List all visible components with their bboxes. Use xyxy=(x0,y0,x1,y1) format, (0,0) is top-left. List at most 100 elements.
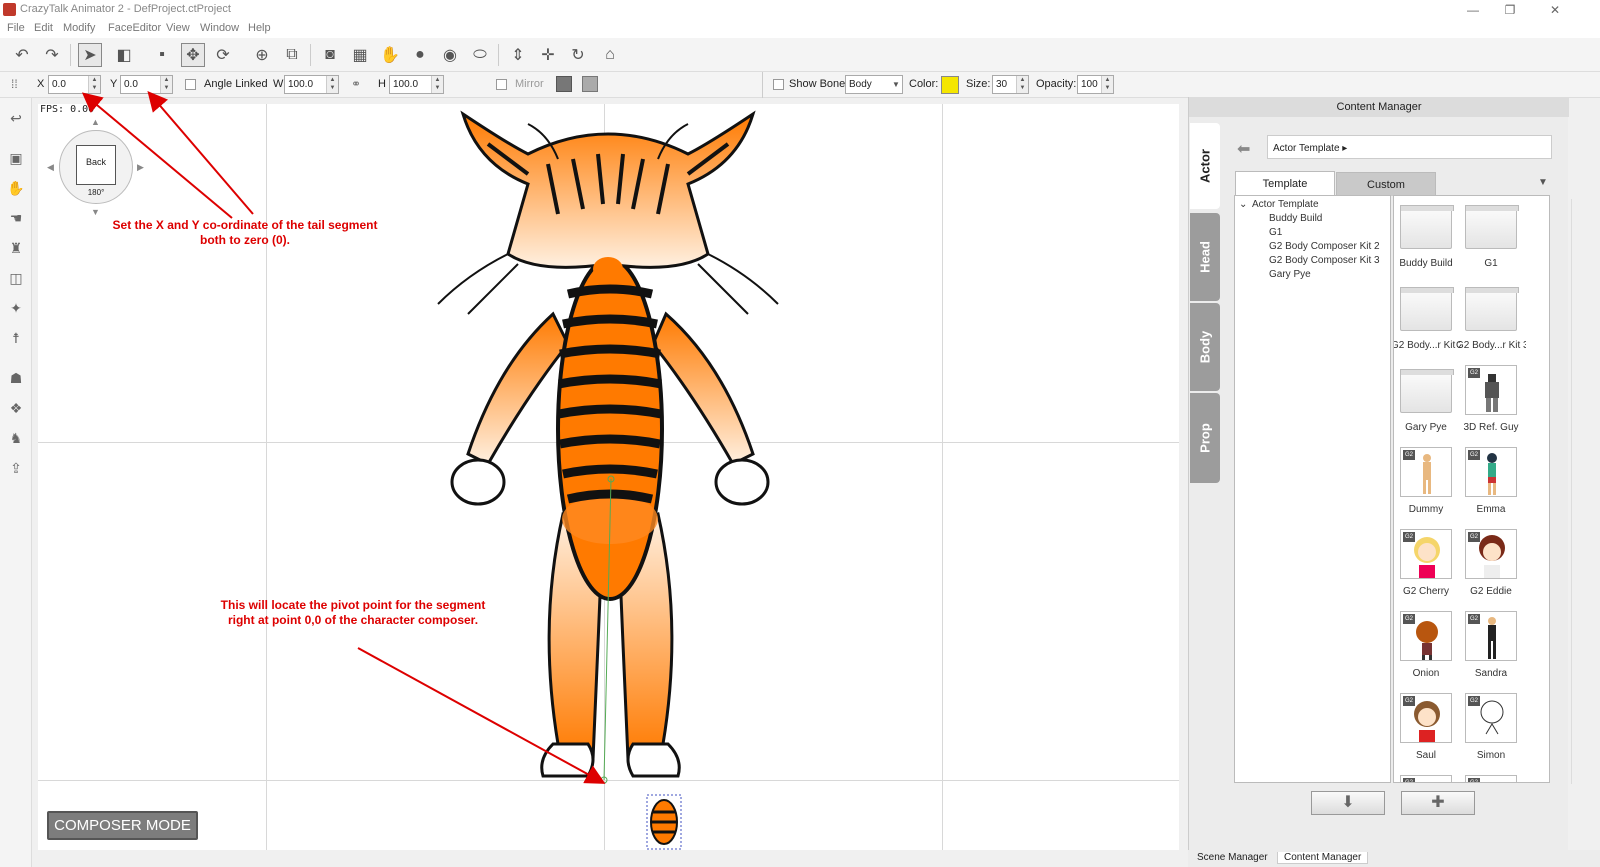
close-button[interactable]: ✕ xyxy=(1540,2,1570,18)
props-icon[interactable]: ❖ xyxy=(6,398,26,418)
reset-icon[interactable]: ↩ xyxy=(6,108,26,128)
spin-arrows-icon[interactable]: ▲ ▼ xyxy=(1016,76,1028,93)
tree-item[interactable]: G2 Body Composer Kit 3 xyxy=(1269,255,1380,266)
mirror-checkbox[interactable] xyxy=(496,79,507,90)
move-icon[interactable]: ✛ xyxy=(536,43,560,67)
minimize-button[interactable]: — xyxy=(1458,2,1488,18)
color-swatch[interactable] xyxy=(941,76,959,94)
head-tool-icon[interactable]: ☗ xyxy=(6,368,26,388)
dropdown-arrow-icon[interactable]: ▼ xyxy=(1538,177,1548,188)
thumb-sandra[interactable]: G2 xyxy=(1465,611,1517,661)
undo-icon[interactable]: ↶ xyxy=(10,43,34,67)
rotate-pivot-icon[interactable]: ⟳ xyxy=(211,43,235,67)
face-icon[interactable]: ◙ xyxy=(318,43,342,67)
folder-icon[interactable] xyxy=(1400,287,1454,331)
menu-modify[interactable]: Modify xyxy=(63,22,95,34)
thumb-onion[interactable]: G2 xyxy=(1400,611,1452,661)
angle-linked-checkbox[interactable] xyxy=(185,79,196,90)
menu-file[interactable]: File xyxy=(7,22,25,34)
tail-segment[interactable] xyxy=(646,794,682,850)
spin-arrows-icon[interactable]: ▲ ▼ xyxy=(160,76,172,93)
tree-item[interactable]: G1 xyxy=(1269,227,1282,238)
w-input[interactable]: 100.0 ▲ ▼ xyxy=(284,75,339,94)
move-vertical-icon[interactable]: ⇕ xyxy=(506,43,530,67)
view-dial-face[interactable]: Back xyxy=(76,145,116,185)
tree-item[interactable]: G2 Body Composer Kit 2 xyxy=(1269,241,1380,252)
arrow-right-icon[interactable]: ▶ xyxy=(137,162,144,173)
sprite-icon[interactable]: ▣ xyxy=(6,148,26,168)
tiger-character[interactable] xyxy=(408,104,808,850)
x-input[interactable]: 0.0 ▲ ▼ xyxy=(48,75,101,94)
menu-view[interactable]: View xyxy=(166,22,190,34)
h-input[interactable]: 100.0 ▲ ▼ xyxy=(389,75,444,94)
flip-icon[interactable]: ◧ xyxy=(112,43,136,67)
link-icon[interactable]: ⚭ xyxy=(351,77,361,91)
folder-icon[interactable] xyxy=(1465,205,1519,249)
apply-down-button[interactable]: ⬇ xyxy=(1311,791,1385,815)
export-icon[interactable]: ⇪ xyxy=(6,458,26,478)
thumb-partial[interactable]: G2 xyxy=(1400,775,1452,782)
add-button[interactable]: ✚ xyxy=(1401,791,1475,815)
skeleton-icon[interactable]: ☨ xyxy=(6,328,26,348)
thumb-emma[interactable]: G2 xyxy=(1465,447,1517,497)
layout-icon[interactable]: ◫ xyxy=(6,268,26,288)
puzzle-icon[interactable]: ✦ xyxy=(6,298,26,318)
thumb-dummy[interactable]: G2 xyxy=(1400,447,1452,497)
tab-custom[interactable]: Custom xyxy=(1336,172,1436,196)
tab-scene-manager[interactable]: Scene Manager xyxy=(1197,852,1268,863)
duplicate-icon[interactable]: ⧉ xyxy=(280,43,304,67)
add-item-icon[interactable]: ⊕ xyxy=(250,43,274,67)
head-icon[interactable]: ● xyxy=(408,43,432,67)
rotate-icon[interactable]: ↻ xyxy=(566,43,590,67)
folder-icon[interactable] xyxy=(1400,369,1454,413)
folder-icon[interactable] xyxy=(1465,287,1519,331)
bone-edit-icon[interactable]: ✋ xyxy=(6,178,26,198)
restore-button[interactable]: ❐ xyxy=(1495,2,1525,18)
spin-arrows-icon[interactable]: ▲ ▼ xyxy=(1101,76,1113,93)
tab-body[interactable]: Body xyxy=(1190,303,1220,391)
mouth-icon[interactable]: ⬭ xyxy=(468,43,492,67)
send-back-icon[interactable] xyxy=(582,76,598,92)
home-icon[interactable]: ⌂ xyxy=(598,43,622,67)
menu-edit[interactable]: Edit xyxy=(34,22,53,34)
tree-root[interactable]: Actor Template xyxy=(1252,199,1319,210)
composer-canvas[interactable]: FPS: 0.00 Back 180° ▲ ▼ ◀ ▶ COMPOSER MOD… xyxy=(38,104,1179,850)
arrow-up-icon[interactable]: ▲ xyxy=(91,117,100,127)
arrow-down-icon[interactable]: ▼ xyxy=(91,207,100,217)
spin-arrows-icon[interactable]: ▲ ▼ xyxy=(431,76,443,93)
g2-hand-icon[interactable]: ☚ xyxy=(6,208,26,228)
menu-help[interactable]: Help xyxy=(248,22,271,34)
tab-template[interactable]: Template xyxy=(1235,171,1335,195)
spin-arrows-icon[interactable]: ▲ ▼ xyxy=(88,76,100,93)
layer-order-icon[interactable]: ▪ xyxy=(150,43,174,67)
back-arrow-icon[interactable]: ⬅ xyxy=(1237,139,1250,159)
tab-actor[interactable]: Actor xyxy=(1190,123,1220,209)
thumb-g2-cherry[interactable]: G2 xyxy=(1400,529,1452,579)
select-arrow-icon[interactable]: ➤ xyxy=(78,43,102,67)
redo-icon[interactable]: ↷ xyxy=(40,43,64,67)
thumb-partial[interactable]: G2 xyxy=(1465,775,1517,782)
y-input[interactable]: 0.0 ▲ ▼ xyxy=(120,75,173,94)
folder-icon[interactable] xyxy=(1400,205,1454,249)
tree-expand-icon[interactable]: ⌄ xyxy=(1239,199,1247,210)
grid-scrollbar[interactable] xyxy=(1571,199,1580,784)
spin-arrows-icon[interactable]: ▲ ▼ xyxy=(326,76,338,93)
breadcrumb[interactable]: Actor Template ▸ xyxy=(1267,135,1552,159)
composer-mode-button[interactable]: COMPOSER MODE xyxy=(47,811,198,840)
thumb-saul[interactable]: G2 xyxy=(1400,693,1452,743)
tab-content-manager[interactable]: Content Manager xyxy=(1277,852,1369,864)
bone-mode-select[interactable]: Body ▼ xyxy=(845,75,903,94)
menu-window[interactable]: Window xyxy=(200,22,239,34)
character-icon[interactable]: ♞ xyxy=(6,428,26,448)
eye-icon[interactable]: ◉ xyxy=(438,43,462,67)
transform-icon[interactable]: ✥ xyxy=(181,43,205,67)
arrow-left-icon[interactable]: ◀ xyxy=(47,162,54,173)
tab-prop[interactable]: Prop xyxy=(1190,393,1220,483)
opacity-input[interactable]: 100 ▲ ▼ xyxy=(1077,75,1114,94)
tree-item[interactable]: Gary Pye xyxy=(1269,269,1311,280)
size-input[interactable]: 30 ▲ ▼ xyxy=(992,75,1029,94)
show-bone-checkbox[interactable] xyxy=(773,79,784,90)
thumb-simon[interactable]: G2 xyxy=(1465,693,1517,743)
thumb-g2-eddie[interactable]: G2 xyxy=(1465,529,1517,579)
tree-item[interactable]: Buddy Build xyxy=(1269,213,1322,224)
